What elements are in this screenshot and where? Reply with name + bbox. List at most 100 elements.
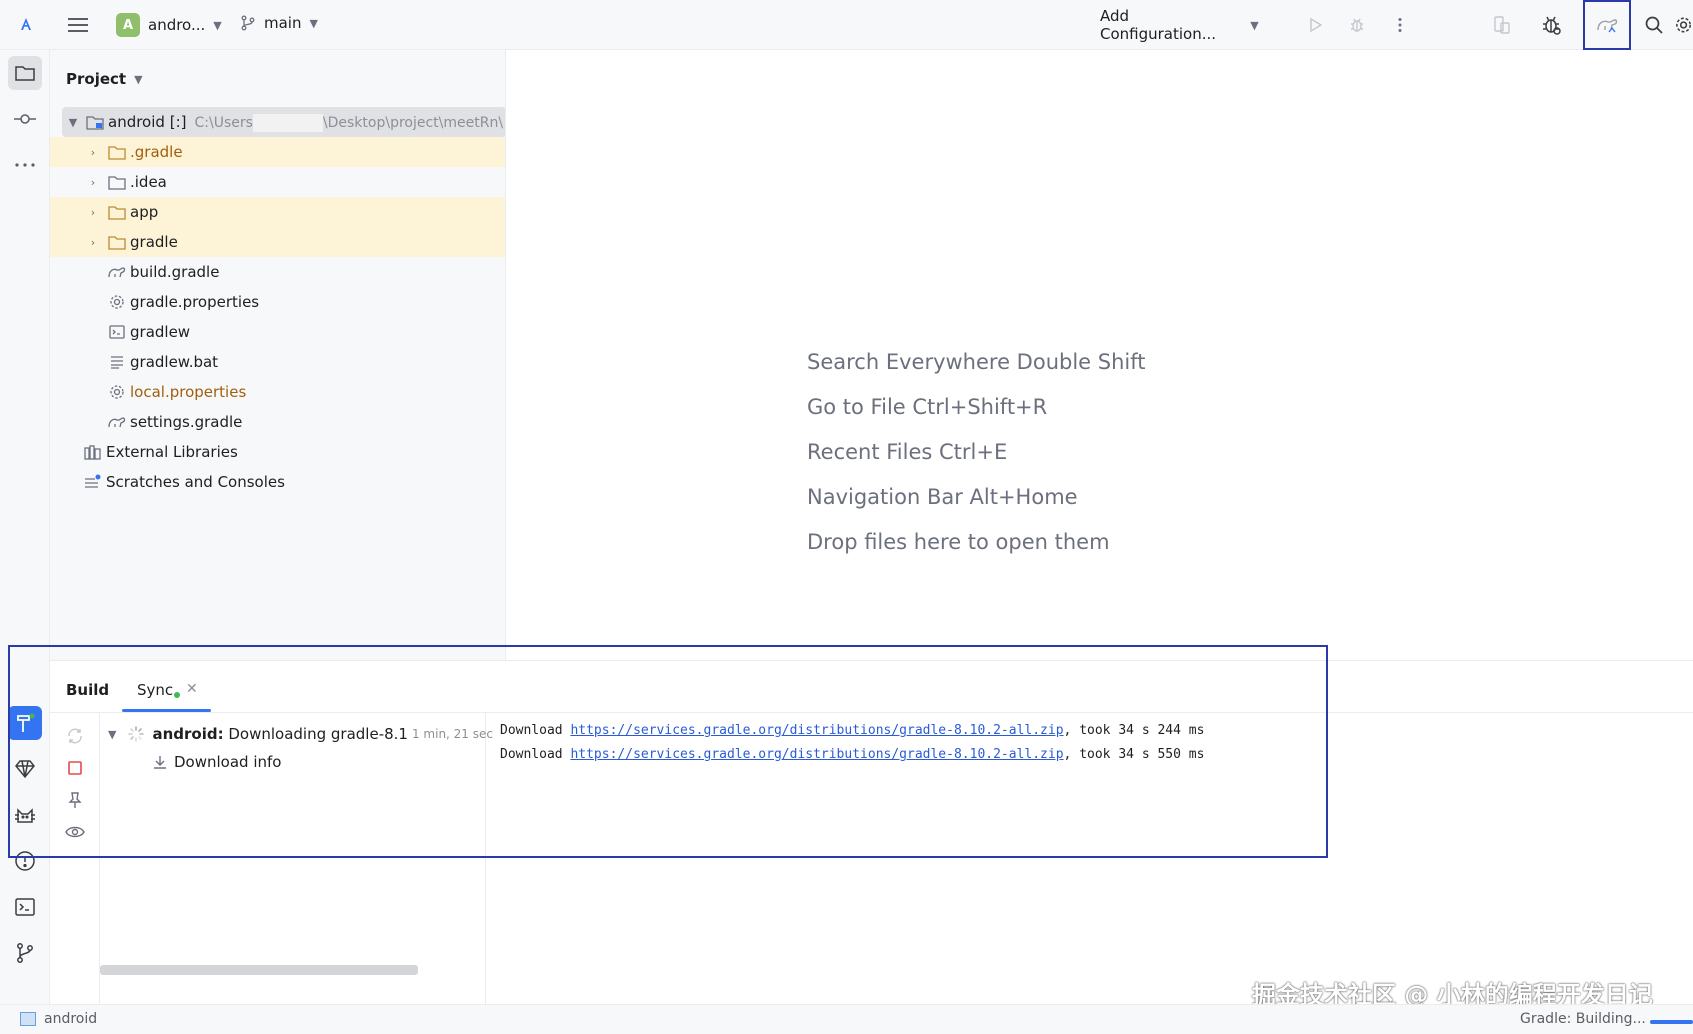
add-configuration-button[interactable]: Add Configuration... ▼ (1100, 7, 1259, 43)
download-info-label: Download info (174, 753, 282, 771)
folder-icon (108, 143, 126, 161)
settings-gear-icon[interactable] (1674, 8, 1693, 42)
status-project-name: android (44, 1011, 98, 1027)
pin-icon[interactable] (64, 789, 86, 811)
tree-item-gradlew-bat[interactable]: gradlew.bat (50, 347, 505, 377)
tree-item-label: Scratches and Consoles (106, 473, 285, 491)
commit-icon[interactable] (8, 102, 42, 136)
tree-item-settings-gradle[interactable]: settings.gradle (50, 407, 505, 437)
project-name: andro... (148, 16, 206, 34)
project-tool-folder-icon[interactable] (8, 56, 42, 90)
build-task-project: android: (152, 725, 224, 743)
run-icon[interactable] (1299, 8, 1331, 42)
git-branch-icon[interactable] (8, 936, 42, 970)
console-link[interactable]: https://services.gradle.org/distribution… (570, 747, 1063, 762)
terminal-file-icon (108, 323, 126, 341)
folder-icon (108, 173, 126, 191)
tree-item-label: gradle (130, 233, 178, 251)
gear-icon (108, 293, 126, 311)
project-switcher[interactable]: A andro... ▼ (116, 13, 222, 37)
download-icon (154, 756, 166, 769)
folder-icon (108, 233, 126, 251)
gradle-elephant-icon (108, 413, 126, 431)
eye-icon[interactable] (64, 821, 86, 843)
chevron-right-icon[interactable]: › (86, 176, 100, 189)
tree-item-local-properties[interactable]: local.properties (50, 377, 505, 407)
chevron-right-icon[interactable]: › (86, 146, 100, 159)
module-icon (20, 1012, 36, 1026)
gradle-sync-icon[interactable] (1582, 0, 1632, 50)
status-gradle-building[interactable]: Gradle: Building... (1520, 1011, 1646, 1027)
tree-item-label: build.gradle (130, 263, 220, 281)
tree-item-label: gradle.properties (130, 293, 260, 311)
gear-icon (108, 383, 126, 401)
app-inspection-icon[interactable] (1535, 8, 1567, 42)
chevron-right-icon[interactable]: › (86, 236, 100, 249)
main-menu-icon[interactable] (66, 14, 90, 36)
status-project[interactable]: android (20, 1011, 97, 1027)
chevron-right-icon[interactable]: › (86, 206, 100, 219)
terminal-icon[interactable] (8, 890, 42, 924)
build-task-row[interactable]: ▼ android: Downloading gradle-8.1 1 min,… (108, 725, 493, 743)
tree-item-label: local.properties (130, 383, 247, 401)
tree-item-dot-gradle[interactable]: › .gradle (50, 137, 505, 167)
branch-name: main (264, 14, 302, 32)
tree-item-label: app (130, 203, 159, 221)
editor-empty-state: Search Everywhere Double Shift Go to Fil… (507, 50, 1693, 660)
build-actions-toolbar (50, 713, 100, 1005)
tree-item-label: settings.gradle (130, 413, 243, 431)
tree-item-idea[interactable]: › .idea (50, 167, 505, 197)
hint-drop-files: Drop files here to open them (807, 530, 1110, 554)
add-configuration-label: Add Configuration... (1100, 7, 1217, 43)
chevron-down-icon: ▼ (213, 18, 222, 32)
chevron-down-icon[interactable]: ▼ (108, 728, 116, 741)
tree-item-external-libraries[interactable]: External Libraries (50, 437, 505, 467)
scratches-icon (84, 473, 102, 491)
build-task-duration: 1 min, 21 sec (411, 727, 493, 741)
download-info-row[interactable]: Download info (152, 753, 281, 771)
more-tool-windows-icon[interactable] (8, 148, 42, 182)
module-folder-icon (86, 113, 104, 131)
hint-go-to-file: Go to File Ctrl+Shift+R (807, 395, 1048, 419)
tree-root-android[interactable]: ▼ android [:] C:\Users \Desktop\project\me… (62, 107, 505, 137)
tree-item-label: .idea (130, 173, 167, 191)
close-icon[interactable]: ✕ (186, 681, 198, 697)
search-icon[interactable] (1637, 8, 1669, 42)
status-bar: android Gradle: Building... (0, 1004, 1693, 1034)
problems-warning-icon[interactable] (8, 844, 42, 878)
console-link[interactable]: https://services.gradle.org/distribution… (570, 723, 1063, 738)
debug-icon[interactable] (1341, 8, 1373, 42)
project-view-selector[interactable]: Project ▼ (66, 70, 143, 88)
tree-item-build-gradle[interactable]: build.gradle (50, 257, 505, 287)
hint-search-everywhere: Search Everywhere Double Shift (807, 350, 1146, 374)
tree-item-gradle-properties[interactable]: gradle.properties (50, 287, 505, 317)
folder-icon (108, 203, 126, 221)
background-progress-bar[interactable] (1650, 1020, 1693, 1024)
vcs-branch-switcher[interactable]: main ▼ (240, 14, 318, 32)
tree-item-scratches[interactable]: Scratches and Consoles (50, 467, 505, 497)
library-icon (84, 443, 102, 461)
build-tree-horizontal-scrollbar[interactable] (100, 965, 418, 975)
stop-icon[interactable] (64, 757, 86, 779)
logcat-icon[interactable] (8, 798, 42, 832)
build-tab-bar: Build Sync ✕ (50, 661, 1693, 713)
more-actions-icon[interactable] (1384, 8, 1416, 42)
gemini-diamond-icon[interactable] (8, 752, 42, 786)
branch-icon (241, 15, 255, 31)
build-hammer-icon[interactable] (8, 706, 42, 740)
chevron-down-icon: ▼ (309, 16, 318, 30)
device-manager-icon[interactable] (1486, 8, 1518, 42)
tree-item-gradle-folder[interactable]: › gradle (50, 227, 505, 257)
rerun-icon[interactable] (64, 725, 86, 747)
tree-item-label: gradlew.bat (130, 353, 219, 371)
tree-item-app[interactable]: › app (50, 197, 505, 227)
android-studio-logo-icon[interactable] (16, 14, 36, 34)
chevron-down-icon[interactable]: ▼ (66, 116, 80, 129)
main-toolbar: A andro... ▼ main ▼ Add Configuration...… (0, 0, 1693, 50)
tree-item-gradlew[interactable]: gradlew (50, 317, 505, 347)
build-tree: ▼ android: Downloading gradle-8.1 1 min,… (100, 713, 493, 1005)
spinner-icon (128, 726, 145, 742)
project-tree: ▼ android [:] C:\Users \Desktop\project\me… (50, 107, 505, 497)
tab-sync[interactable]: Sync (137, 681, 181, 699)
console-line: Download https://services.gradle.org/dis… (500, 723, 1205, 738)
